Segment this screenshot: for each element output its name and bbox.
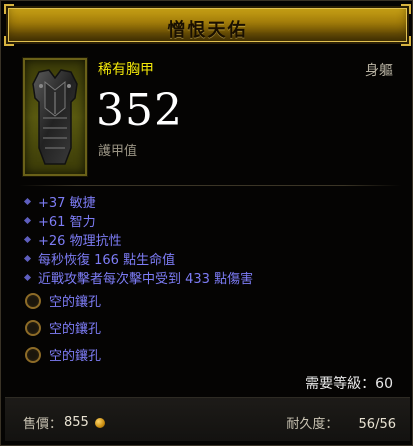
affix-line: 近戰攻擊者每次擊中受到 433 點傷害 [23,268,254,287]
affix-text: +61 智力 [38,215,96,230]
bullet-diamond-icon [23,216,32,225]
affix-line: 每秒恢復 166 點生命值 [23,249,176,268]
durability-value: 56/56 [358,417,396,432]
sell-price: 售價： 855 [23,413,105,432]
empty-socket: 空的鑲孔 [25,345,101,364]
empty-socket: 空的鑲孔 [25,318,101,337]
affix-text: +37 敏捷 [38,196,96,211]
item-rarity-type: 稀有胸甲 [98,62,154,78]
sell-price-label: 售價： [23,417,63,432]
affix-text: 近戰攻擊者每次擊中受到 433 點傷害 [38,272,254,287]
armor-value: 352 [96,85,183,136]
armor-label: 護甲值 [98,144,138,159]
socket-ring-icon [25,292,41,309]
socket-label: 空的鑲孔 [49,322,102,337]
durability: 耐久度： 56/56 [286,413,396,432]
affix-text: 每秒恢復 166 點生命值 [38,253,176,268]
affix-text: +26 物理抗性 [38,234,122,249]
tooltip-footer: 售價： 855 耐久度： 56/56 [5,397,410,441]
affix-line: +37 敏捷 [23,192,96,211]
sell-price-value: 855 [64,415,89,430]
bullet-diamond-icon [23,235,32,244]
affix-line: +61 智力 [23,211,96,230]
socket-ring-icon [25,319,41,336]
item-name: 憎恨天佑 [167,20,248,41]
divider [19,185,401,186]
gold-coin-icon [94,417,105,428]
affix-line: +26 物理抗性 [23,230,122,249]
durability-label: 耐久度： [286,417,339,432]
chest-armor-icon [32,69,78,165]
banner-corner-ornament [401,4,411,14]
socket-label: 空的鑲孔 [49,349,102,364]
item-slot: 身軀 [365,63,393,79]
item-icon-frame [23,58,87,176]
item-tooltip: 憎恨天佑 稀有胸甲 身軀 352 護甲值 +37 敏捷 +61 智力 +26 物… [0,0,413,446]
socket-label: 空的鑲孔 [49,295,102,310]
banner-corner-ornament [4,4,14,14]
bullet-diamond-icon [23,197,32,206]
bullet-diamond-icon [23,254,32,263]
empty-socket: 空的鑲孔 [25,291,101,310]
socket-ring-icon [25,346,41,363]
required-level: 需要等級：60 [305,376,393,392]
item-title-banner: 憎恨天佑 [4,4,411,46]
bullet-diamond-icon [23,273,32,282]
